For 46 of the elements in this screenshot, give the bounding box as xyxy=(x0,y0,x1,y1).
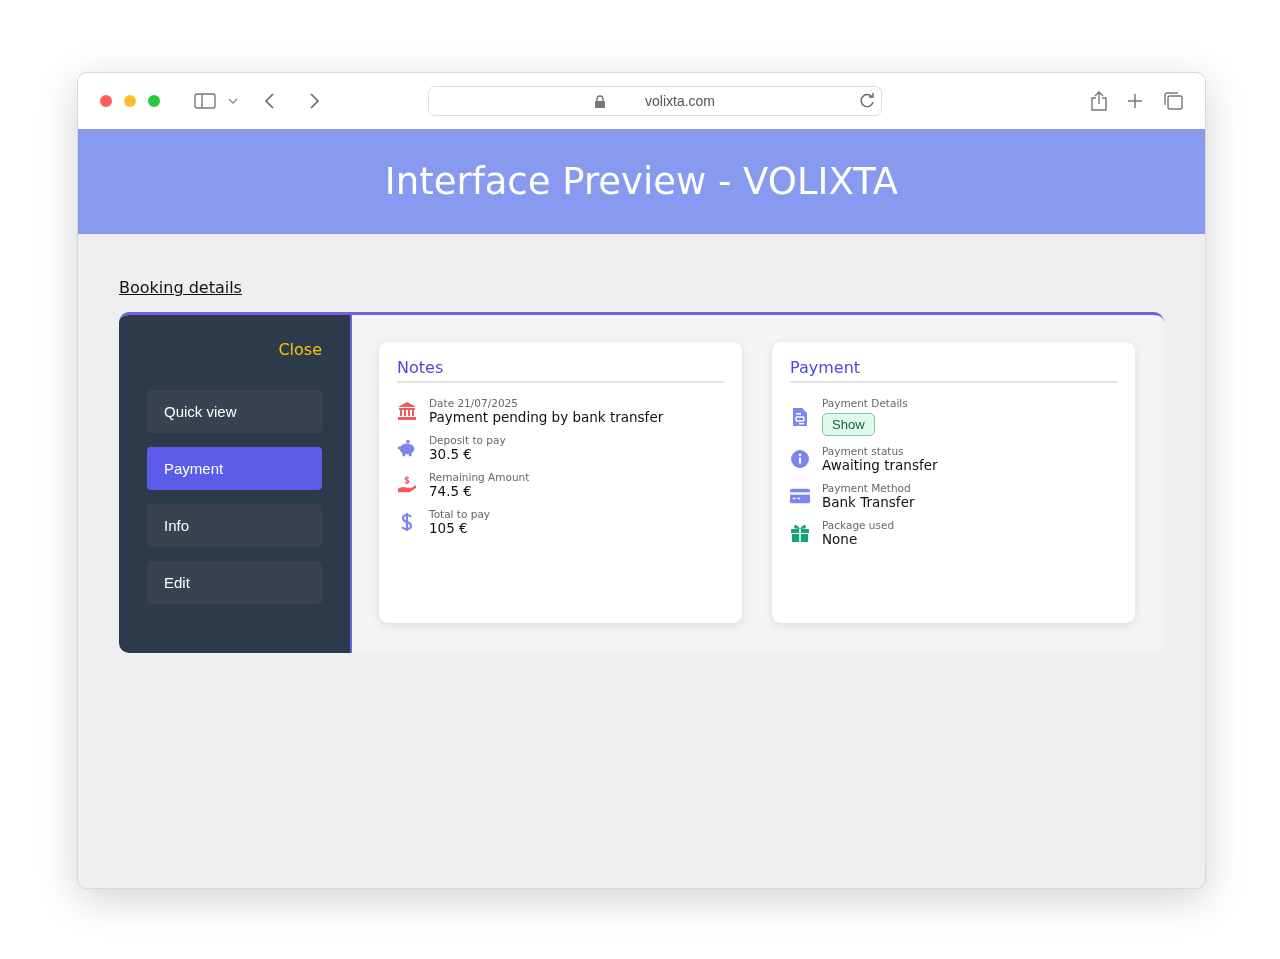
field-value: 30.5 € xyxy=(429,446,473,462)
field-label: Deposit to pay xyxy=(429,434,506,446)
booking-details-link[interactable]: Booking details xyxy=(119,278,242,297)
sidebar-item[interactable]: Edit xyxy=(147,561,322,604)
field-value: Awaiting transfer xyxy=(822,457,938,473)
field-value: Bank Transfer xyxy=(822,494,915,510)
field-value: 74.5 € xyxy=(429,483,473,499)
field-label: Remaining Amount xyxy=(429,471,530,483)
chevron-down-icon[interactable] xyxy=(228,98,238,104)
hand-coin-icon xyxy=(397,475,417,495)
field-label: Date 21/07/2025 xyxy=(429,397,519,409)
address-bar[interactable]: volixta.com xyxy=(428,86,882,116)
url-text: volixta.com xyxy=(645,93,715,109)
page-title: Interface Preview - VOLIXTA xyxy=(384,160,899,203)
piggy-bank-icon xyxy=(397,438,417,458)
sidebar-item[interactable]: Payment xyxy=(147,447,322,490)
info-icon xyxy=(790,449,810,469)
card-title: Payment xyxy=(790,358,861,377)
lock-icon xyxy=(595,94,605,108)
maximize-window-icon[interactable] xyxy=(148,95,160,107)
sidebar-item[interactable]: Info xyxy=(147,504,322,547)
show-button[interactable]: Show xyxy=(822,413,875,436)
close-button[interactable]: Close xyxy=(278,340,322,359)
field-value: Payment pending by bank transfer xyxy=(429,409,664,425)
document-icon xyxy=(792,406,808,427)
bank-icon xyxy=(397,401,417,421)
field-label: Package used xyxy=(822,519,895,531)
field-label: Payment status xyxy=(822,445,905,457)
field-value: 105 € xyxy=(429,520,469,536)
card-title: Notes xyxy=(397,358,444,377)
field-label: Payment Details xyxy=(822,397,908,409)
field-label: Payment Method xyxy=(822,482,912,494)
forward-icon[interactable] xyxy=(310,93,320,109)
close-window-icon[interactable] xyxy=(100,95,112,107)
field-label: Total to pay xyxy=(429,508,491,520)
gift-icon xyxy=(790,523,810,543)
dollar-icon xyxy=(400,512,414,532)
field-value: None xyxy=(822,531,859,547)
reload-icon[interactable] xyxy=(860,93,875,108)
back-icon[interactable] xyxy=(264,93,274,109)
credit-card-icon xyxy=(790,488,810,504)
sidebar-icon[interactable] xyxy=(194,93,216,109)
plus-icon[interactable] xyxy=(1127,93,1143,109)
share-icon[interactable] xyxy=(1091,91,1107,111)
tabs-icon[interactable] xyxy=(1163,92,1183,110)
sidebar-item[interactable]: Quick view xyxy=(147,390,322,433)
